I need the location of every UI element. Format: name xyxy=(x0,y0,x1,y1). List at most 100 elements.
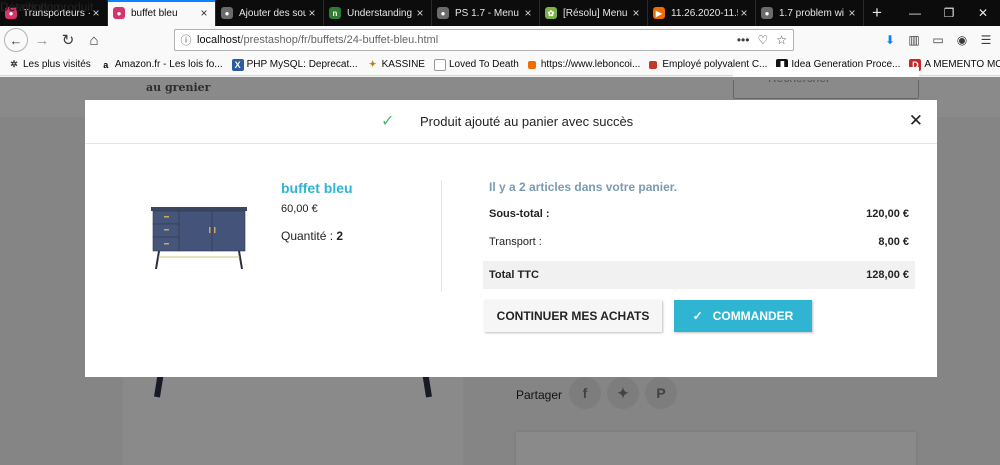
back-icon[interactable]: ← xyxy=(4,28,28,52)
site-icon: ● xyxy=(437,7,449,19)
close-icon[interactable]: × xyxy=(630,6,642,20)
amazon-icon: a xyxy=(103,59,109,70)
account-icon[interactable]: ◉ xyxy=(952,28,972,52)
tab-title: 1.7 problem wi xyxy=(779,7,845,19)
add-to-cart-modal: ✓ Produit ajouté au panier avec succès ✕… xyxy=(85,100,937,377)
close-icon[interactable]: × xyxy=(522,6,534,20)
check-icon: ✓ xyxy=(381,113,395,130)
pocket-icon[interactable]: ♡ xyxy=(757,33,768,47)
tab-details[interactable]: Détails du produit xyxy=(0,0,93,14)
total-row: Total TTC 128,00 € xyxy=(483,261,915,289)
close-window-icon[interactable]: ✕ xyxy=(966,0,1000,26)
sidebar-icon[interactable]: ▭ xyxy=(928,28,948,52)
info-icon[interactable]: ⓘ xyxy=(175,32,197,48)
subtotal-row: Sous-total : 120,00 € xyxy=(483,200,915,228)
product-price: 60,00 € xyxy=(281,203,318,215)
quantity-label: Quantité : xyxy=(281,229,337,243)
divider xyxy=(441,180,442,292)
checkout-label: COMMANDER xyxy=(712,309,794,323)
window-controls: — ❐ ✕ xyxy=(898,0,1000,26)
download-icon[interactable]: ⬇ xyxy=(880,28,900,52)
x-icon: X xyxy=(231,58,244,71)
tab-bar: ● Transporteurs · × ● buffet bleu × ● Aj… xyxy=(0,0,1000,26)
leboncoin-icon xyxy=(527,60,536,69)
toolbar-right: ⬇ ▥ ▭ ◉ ☰ xyxy=(880,28,996,52)
browser-tab[interactable]: ● PS 1.7 - Menu p × xyxy=(432,0,540,26)
continue-shopping-button[interactable]: CONTINUER MES ACHATS xyxy=(484,300,662,332)
cart-count-text: Il y a 2 articles dans votre panier. xyxy=(489,180,678,194)
indeed-icon xyxy=(649,60,658,69)
page-icon xyxy=(433,58,446,71)
tab-title: PS 1.7 - Menu p xyxy=(455,7,522,19)
bookmark-item[interactable]: ✦ KASSINE xyxy=(367,59,425,71)
tab-title: buffet bleu xyxy=(131,7,178,19)
close-icon[interactable]: × xyxy=(414,6,426,20)
bookmark-label: https://www.leboncoi... xyxy=(540,59,641,70)
home-icon[interactable]: ⌂ xyxy=(82,28,106,52)
close-icon[interactable]: × xyxy=(198,6,210,20)
browser-tab-active[interactable]: ● buffet bleu × xyxy=(108,0,216,26)
url-actions: ••• ♡ ☆ xyxy=(737,33,793,47)
browser-tab[interactable]: n Understanding × xyxy=(324,0,432,26)
reload-icon[interactable]: ↻ xyxy=(56,28,80,52)
minimize-icon[interactable]: — xyxy=(898,0,932,26)
site-icon: n xyxy=(329,7,341,19)
modal-title: Produit ajouté au panier avec succès xyxy=(420,114,634,129)
restore-icon[interactable]: ❐ xyxy=(932,0,966,26)
checkout-button[interactable]: ✓ COMMANDER xyxy=(674,300,812,332)
bookmark-item[interactable]: https://www.leboncoi... xyxy=(527,59,641,70)
tab-title: [Résolu] Menu xyxy=(563,7,628,19)
bookmark-item[interactable]: Loved To Death xyxy=(433,58,519,71)
bookmark-item[interactable]: DA MEMENTO MORI xyxy=(909,58,1000,71)
browser-tab[interactable]: ● Ajouter des sou × xyxy=(216,0,324,26)
bookmark-label: Les plus visités xyxy=(23,59,91,70)
library-icon[interactable]: ▥ xyxy=(904,28,924,52)
more-icon[interactable]: ••• xyxy=(737,33,750,47)
subtotal-value: 120,00 € xyxy=(866,208,909,220)
close-icon[interactable]: × xyxy=(846,6,858,20)
close-icon[interactable]: ✕ xyxy=(909,111,923,131)
browser-tab[interactable]: ✿ [Résolu] Menu × xyxy=(540,0,648,26)
tab-title: Ajouter des sou xyxy=(239,7,306,19)
site-icon: ✿ xyxy=(545,7,557,19)
gear-icon: ✲ xyxy=(10,59,18,69)
video-icon: ▶ xyxy=(653,7,665,19)
url-bar[interactable]: ⓘ localhost/prestashop/fr/buffets/24-buf… xyxy=(174,29,794,51)
url-text[interactable]: localhost/prestashop/fr/buffets/24-buffe… xyxy=(197,34,737,46)
bookmark-label: Amazon.fr - Les lois fo... xyxy=(114,59,223,70)
modal-header: ✓ Produit ajouté au panier avec succès ✕ xyxy=(85,100,937,144)
shipping-row: Transport : 8,00 € xyxy=(483,228,915,256)
product-name: buffet bleu xyxy=(281,180,353,196)
close-icon[interactable]: × xyxy=(306,6,318,20)
bookmark-label: Loved To Death xyxy=(448,59,519,70)
bookmark-item[interactable]: ✲ Les plus visités xyxy=(8,59,91,71)
url-host: localhost xyxy=(197,34,241,46)
bookmark-label: KASSINE xyxy=(381,59,425,70)
browser-tab[interactable]: ● 1.7 problem wi × xyxy=(756,0,864,26)
bookmark-label: A MEMENTO MORI xyxy=(924,59,1000,70)
forward-icon[interactable]: → xyxy=(30,28,54,52)
bookmark-item[interactable]: X PHP MySQL: Deprecat... xyxy=(231,58,358,71)
tab-title: 11.26.2020-11.5 xyxy=(671,7,738,19)
tab-title: Understanding xyxy=(347,7,413,19)
bookmark-label: PHP MySQL: Deprecat... xyxy=(246,59,358,70)
total-label: Total TTC xyxy=(489,269,539,281)
site-icon: ● xyxy=(221,7,233,19)
shipping-value: 8,00 € xyxy=(878,236,909,248)
menu-icon[interactable]: ☰ xyxy=(976,28,996,52)
site-icon: ● xyxy=(761,7,773,19)
url-path: /prestashop/fr/buffets/24-buffet-bleu.ht… xyxy=(240,34,439,46)
check-icon: ✓ xyxy=(692,309,703,323)
bookmark-star-icon[interactable]: ☆ xyxy=(776,33,787,47)
kassine-icon: ✦ xyxy=(368,59,377,69)
navigation-bar: ← → ↻ ⌂ ⓘ localhost/prestashop/fr/buffet… xyxy=(0,26,1000,54)
subtotal-label: Sous-total : xyxy=(489,208,550,220)
total-value: 128,00 € xyxy=(866,269,909,281)
new-tab-button[interactable]: + xyxy=(864,0,890,26)
close-icon[interactable]: × xyxy=(738,6,750,20)
shipping-label: Transport : xyxy=(489,236,542,248)
bookmark-item[interactable]: a Amazon.fr - Les lois fo... xyxy=(100,59,223,71)
browser-tab[interactable]: ▶ 11.26.2020-11.5 × xyxy=(648,0,756,26)
prestashop-icon: ● xyxy=(113,7,125,19)
quantity-value: 2 xyxy=(336,229,344,243)
